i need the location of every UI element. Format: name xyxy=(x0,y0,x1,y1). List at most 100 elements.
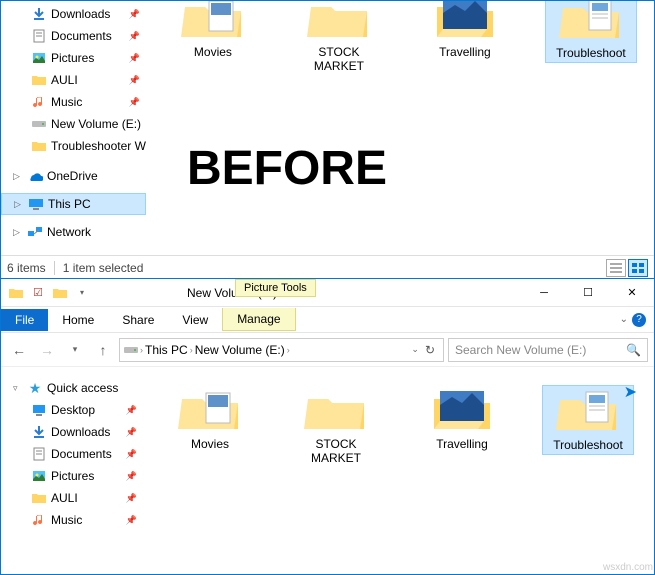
folder-label: STOCK MARKET xyxy=(295,45,383,73)
bottom-explorer-window: ☑ ▾ Picture Tools New Volume (E:) ─ ☐ ✕ … xyxy=(0,278,655,575)
sidebar-label: Downloads xyxy=(51,7,110,21)
chevron-icon: ▷ xyxy=(13,171,23,182)
network-icon xyxy=(27,224,43,240)
minimize-button[interactable]: ─ xyxy=(522,280,566,306)
ribbon-tabs: File Home Share View Manage ⌄ ? xyxy=(1,307,654,333)
folder-travelling[interactable]: Travelling xyxy=(416,385,508,453)
status-selected-count: 1 item selected xyxy=(63,261,144,275)
folder-icon xyxy=(31,490,47,506)
sidebar-label: Music xyxy=(51,513,82,527)
crumb-thispc[interactable]: This PC xyxy=(145,343,188,357)
sidebar-item-auli[interactable]: AULI 📌 xyxy=(1,487,143,509)
folder-travelling[interactable]: Travelling xyxy=(419,0,511,61)
refresh-button[interactable]: ↻ xyxy=(421,343,439,357)
chevron-icon: ▷ xyxy=(14,199,24,210)
folder-preview-icon xyxy=(433,0,497,41)
up-button[interactable]: ↑ xyxy=(91,338,115,362)
sidebar-item-documents[interactable]: Documents 📌 xyxy=(1,443,143,465)
folder-troubleshoot[interactable]: ➤ Troubleshoot xyxy=(542,385,634,455)
folder-troubleshoot[interactable]: Troubleshoot xyxy=(545,0,637,63)
expand-ribbon-icon[interactable]: ⌄ xyxy=(620,314,628,325)
search-box[interactable]: Search New Volume (E:) 🔍 xyxy=(448,338,648,362)
tab-manage[interactable]: Manage xyxy=(222,308,295,331)
help-icon[interactable]: ? xyxy=(632,313,646,327)
folder-stock-market[interactable]: STOCK MARKET xyxy=(290,385,382,467)
sidebar-label: Pictures xyxy=(51,469,94,483)
folder-movies[interactable]: Movies xyxy=(164,385,256,453)
sidebar-item-newvolume[interactable]: New Volume (E:) xyxy=(1,113,146,135)
breadcrumb[interactable]: › This PC › New Volume (E:) › ⌄ ↻ xyxy=(119,338,444,362)
sidebar-item-music[interactable]: Music 📌 xyxy=(1,91,146,113)
pin-icon: 📌 xyxy=(129,9,140,20)
close-button[interactable]: ✕ xyxy=(610,280,654,306)
tab-file[interactable]: File xyxy=(1,309,48,331)
folder-icon xyxy=(7,284,25,302)
history-dropdown-icon[interactable]: ⌄ xyxy=(411,344,419,355)
view-toggle xyxy=(606,259,648,277)
sidebar-item-desktop[interactable]: Desktop 📌 xyxy=(1,399,143,421)
sidebar-label: Downloads xyxy=(51,425,110,439)
sidebar-label: AULI xyxy=(51,73,78,87)
sidebar-item-auli[interactable]: AULI 📌 xyxy=(1,69,146,91)
folder-preview-icon xyxy=(556,386,620,434)
sidebar-label: New Volume (E:) xyxy=(51,117,141,131)
documents-icon xyxy=(31,28,47,44)
search-icon[interactable]: 🔍 xyxy=(626,343,641,357)
folder-stock-market[interactable]: STOCK MARKET xyxy=(293,0,385,75)
search-placeholder: Search New Volume (E:) xyxy=(455,343,586,357)
sidebar-item-pictures[interactable]: Pictures 📌 xyxy=(1,465,143,487)
folder-label: Movies xyxy=(166,437,254,451)
tab-home[interactable]: Home xyxy=(48,309,108,331)
sidebar-item-thispc[interactable]: ▷ This PC xyxy=(1,193,146,215)
new-folder-icon[interactable] xyxy=(51,284,69,302)
sidebar-item-pictures[interactable]: Pictures 📌 xyxy=(1,47,146,69)
icons-view-button[interactable] xyxy=(628,259,648,277)
folder-label: Movies xyxy=(169,45,257,59)
details-view-button[interactable] xyxy=(606,259,626,277)
folder-preview-icon xyxy=(181,0,245,41)
sidebar-item-music[interactable]: Music 📌 xyxy=(1,509,143,531)
sidebar-item-downloads[interactable]: Downloads 📌 xyxy=(1,3,146,25)
quickaccess-icon: ★ xyxy=(27,380,43,396)
sidebar-label: AULI xyxy=(51,491,78,505)
folder-view-top[interactable]: Movies STOCK MARKET Travelling Troublesh… xyxy=(147,1,655,255)
sidebar-label: Documents xyxy=(51,29,112,43)
watermark: wsxdn.com xyxy=(603,562,653,573)
pin-icon: 📌 xyxy=(129,97,140,108)
folder-movies[interactable]: Movies xyxy=(167,0,259,61)
sidebar-label: OneDrive xyxy=(47,169,98,183)
sidebar-label: Quick access xyxy=(47,381,118,395)
pin-icon: 📌 xyxy=(126,515,137,526)
pin-icon: 📌 xyxy=(126,471,137,482)
music-icon xyxy=(31,94,47,110)
status-items-count: 6 items xyxy=(7,261,46,275)
crumb-volume[interactable]: New Volume (E:) xyxy=(195,343,285,357)
sidebar-item-network[interactable]: ▷ Network xyxy=(1,221,146,243)
pin-icon: 📌 xyxy=(126,405,137,416)
contextual-tab-label: Picture Tools xyxy=(235,279,316,297)
desktop-icon xyxy=(31,402,47,418)
sidebar-item-quickaccess[interactable]: ▿ ★ Quick access xyxy=(1,377,143,399)
sidebar-item-documents[interactable]: Documents 📌 xyxy=(1,25,146,47)
sidebar-label: Pictures xyxy=(51,51,94,65)
share-overlay-icon: ➤ xyxy=(624,382,637,402)
recent-locations-button[interactable]: ▾ xyxy=(63,338,87,362)
folder-label: Travelling xyxy=(421,45,509,59)
sidebar-item-troubleshooter[interactable]: Troubleshooter W xyxy=(1,135,146,157)
title-bar: ☑ ▾ Picture Tools New Volume (E:) ─ ☐ ✕ xyxy=(1,279,654,307)
pin-icon: 📌 xyxy=(129,75,140,86)
forward-button[interactable]: → xyxy=(35,338,59,362)
customize-qat-icon[interactable]: ▾ xyxy=(73,284,91,302)
tab-view[interactable]: View xyxy=(168,309,222,331)
folder-view-bottom[interactable]: Movies STOCK MARKET Travelling ➤ Trouble… xyxy=(144,367,654,559)
back-button[interactable]: ← xyxy=(7,338,31,362)
sidebar-item-downloads[interactable]: Downloads 📌 xyxy=(1,421,143,443)
maximize-button[interactable]: ☐ xyxy=(566,280,610,306)
properties-icon[interactable]: ☑ xyxy=(29,284,47,302)
drive-icon xyxy=(124,345,138,355)
sidebar-item-onedrive[interactable]: ▷ OneDrive xyxy=(1,165,146,187)
tab-share[interactable]: Share xyxy=(108,309,168,331)
pin-icon: 📌 xyxy=(126,427,137,438)
thispc-icon xyxy=(28,196,44,212)
onedrive-icon xyxy=(27,168,43,184)
